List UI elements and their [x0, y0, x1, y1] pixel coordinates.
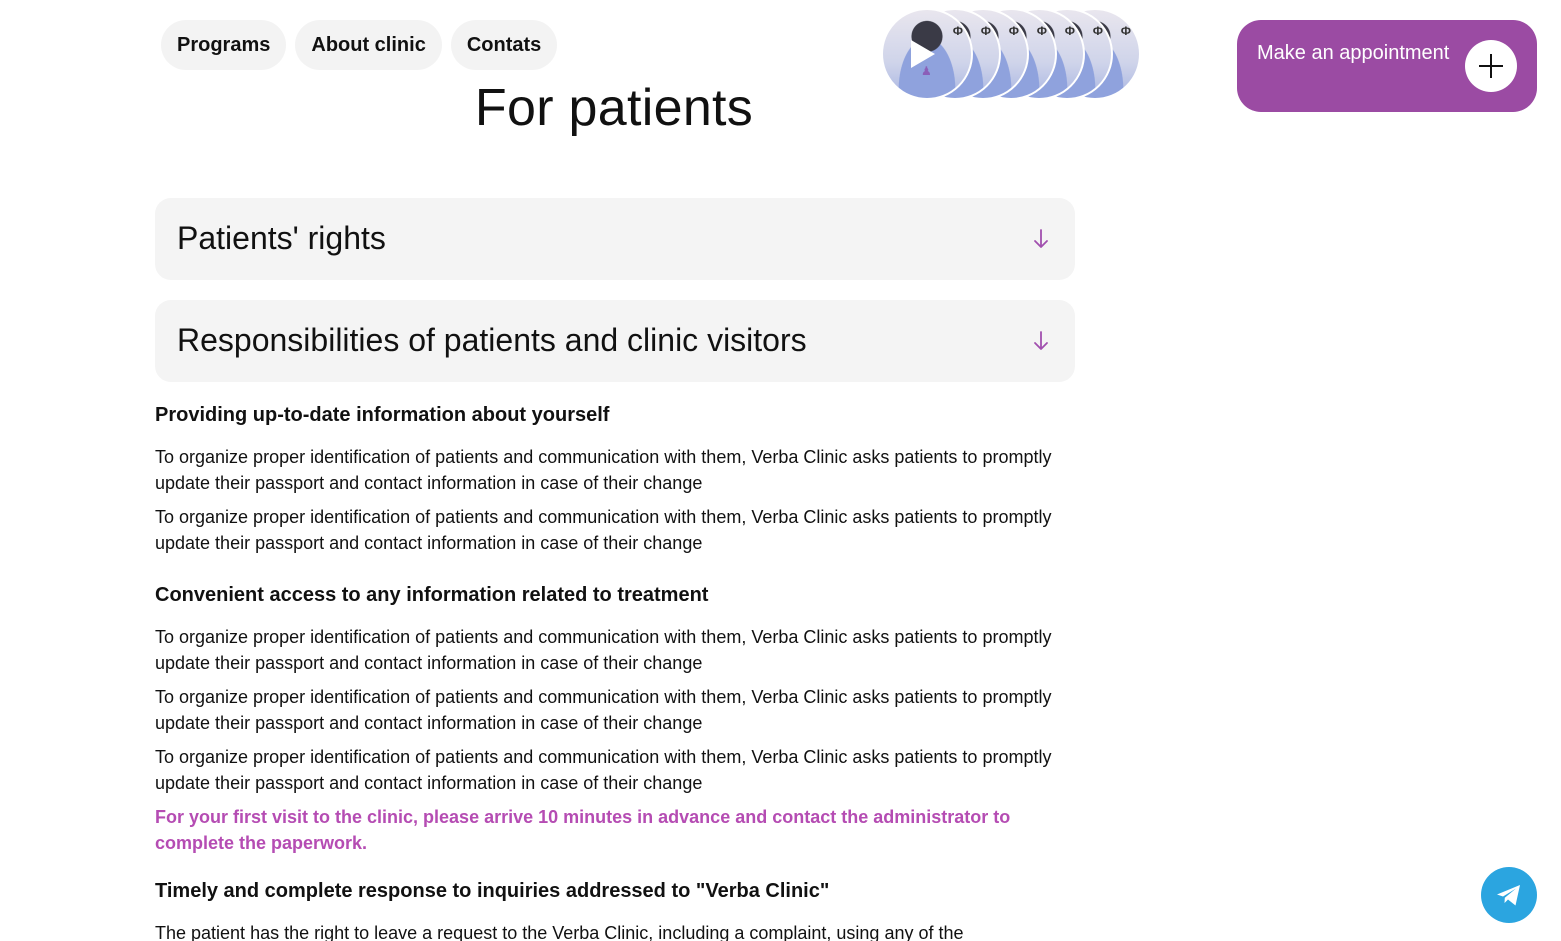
logo-mark: Ф — [952, 24, 963, 38]
section-heading: Timely and complete response to inquirie… — [155, 880, 830, 902]
accordion-label: Responsibilities of patients and clinic … — [177, 322, 807, 358]
nav-about-clinic-button[interactable]: About clinic — [295, 20, 442, 70]
first-visit-notice: For your first visit to the clinic, plea… — [155, 807, 1011, 853]
paragraph: To organize proper identification of pat… — [155, 687, 1052, 733]
video-stories[interactable]: Ф♟ Ф♟ Ф♟ Ф♟ Ф♟ Ф♟ Ф♟ — [881, 8, 1143, 100]
section-heading: Convenient access to any information rel… — [155, 584, 709, 606]
logo-mark: Ф — [1064, 24, 1075, 38]
paragraph: To organize proper identification of pat… — [155, 447, 1052, 493]
logo-mark: Ф — [980, 24, 991, 38]
logo-mark: Ф — [1008, 24, 1019, 38]
nav-contacts-button[interactable]: Contats — [450, 20, 558, 70]
make-appointment-button[interactable]: Make an appointment — [1237, 20, 1537, 112]
accordion-patients-rights[interactable]: Patients' rights — [155, 198, 1075, 280]
logo-mark: Ф — [1092, 24, 1103, 38]
responsibilities-content: Providing up-to-date information about y… — [155, 402, 1055, 941]
telegram-button[interactable] — [1481, 867, 1537, 923]
telegram-icon — [1497, 885, 1520, 906]
make-appointment-label: Make an appointment — [1257, 42, 1450, 64]
logo-mark: Ф — [1120, 24, 1131, 38]
paragraph: To organize proper identification of pat… — [155, 627, 1052, 673]
paragraph: To organize proper identification of pat… — [155, 507, 1052, 553]
play-icon[interactable] — [911, 40, 935, 68]
nav-programs-button[interactable]: Programs — [161, 20, 287, 70]
arrow-down-icon — [1034, 331, 1048, 350]
accordion-label: Patients' rights — [177, 220, 386, 256]
top-nav: Programs About clinic Contats — [161, 20, 558, 70]
accordion-responsibilities[interactable]: Responsibilities of patients and clinic … — [155, 300, 1075, 382]
logo-mark: Ф — [1036, 24, 1047, 38]
arrow-down-icon — [1034, 229, 1048, 248]
paragraph: To organize proper identification of pat… — [155, 747, 1052, 793]
plus-icon[interactable] — [1465, 40, 1517, 92]
section-heading: Providing up-to-date information about y… — [155, 404, 610, 426]
paragraph: The patient has the right to leave a req… — [155, 923, 964, 941]
